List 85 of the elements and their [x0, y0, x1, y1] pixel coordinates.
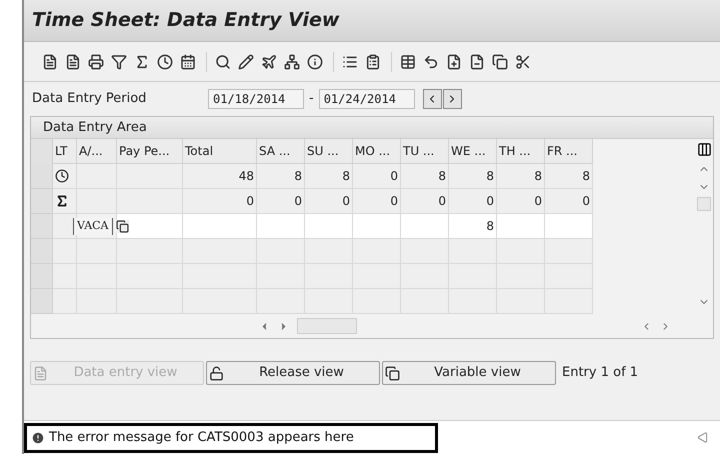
table-cell: [257, 239, 305, 264]
status-message: The error message for CATS0003 appears here: [24, 422, 438, 452]
window-title: Time Sheet: Data Entry View: [32, 8, 340, 34]
table-cell: 0: [257, 189, 305, 214]
absence-type-field[interactable]: VACA: [73, 218, 113, 234]
clock-icon[interactable]: [155, 52, 175, 72]
table-cell: 0: [497, 189, 545, 214]
info-icon[interactable]: [305, 52, 325, 72]
unlocked-icon: [209, 366, 224, 380]
period-label: Data Entry Period: [32, 90, 148, 108]
table-cell: 8: [305, 164, 353, 189]
column-header[interactable]: LT: [53, 139, 77, 164]
table-cell: 0: [545, 189, 593, 214]
expand-icon[interactable]: [697, 432, 708, 443]
table-cell[interactable]: [497, 214, 545, 239]
table-cell: 8: [545, 164, 593, 189]
column-header[interactable]: A/...: [77, 139, 117, 164]
sigma-icon: [55, 194, 69, 208]
hierarchy-icon[interactable]: [282, 52, 302, 72]
entry-count: Entry 1 of 1: [562, 364, 638, 382]
table-cell[interactable]: [353, 214, 401, 239]
table-cell[interactable]: [183, 214, 257, 239]
table-cell: [353, 239, 401, 264]
scrollbar-thumb[interactable]: [697, 197, 711, 211]
table-cell: [353, 289, 401, 314]
table-cell[interactable]: [257, 214, 305, 239]
table-cell: 48: [183, 164, 257, 189]
table-cell: 0: [449, 189, 497, 214]
document-icon: [33, 366, 48, 380]
table-cell: [305, 289, 353, 314]
table-cell: 0: [401, 189, 449, 214]
error-icon: [31, 430, 45, 444]
copy-icon[interactable]: [116, 220, 129, 233]
view-button[interactable]: Release view: [206, 361, 380, 385]
date-separator: -: [308, 90, 315, 108]
column-header[interactable]: FR ...: [545, 139, 593, 164]
scrollbar-thumb[interactable]: [297, 318, 357, 334]
table-cell: [449, 239, 497, 264]
table-cell: 8: [449, 164, 497, 189]
table-cell[interactable]: [401, 214, 449, 239]
table-cell: 0: [353, 164, 401, 189]
table-cell: 0: [183, 189, 257, 214]
column-header[interactable]: TH ...: [497, 139, 545, 164]
table-cell: [53, 239, 77, 264]
table-cell[interactable]: [117, 214, 183, 239]
table-cell: [305, 239, 353, 264]
panel-title: Data Entry Area: [43, 118, 147, 137]
table-cell[interactable]: [545, 214, 593, 239]
table-cell: [77, 289, 117, 314]
table-cell: [497, 289, 545, 314]
copy-icon: [385, 366, 400, 380]
table-cell: [449, 289, 497, 314]
table-cell: [257, 289, 305, 314]
next-period-button[interactable]: [442, 89, 462, 109]
table-cell: 0: [305, 189, 353, 214]
table-cell: 0: [353, 189, 401, 214]
column-header[interactable]: Total: [183, 139, 257, 164]
table-cell: [545, 264, 593, 289]
table-cell: 8: [497, 164, 545, 189]
column-header[interactable]: SU ...: [305, 139, 353, 164]
table-cell[interactable]: [305, 214, 353, 239]
end-date-field[interactable]: 01/24/2014: [318, 89, 415, 109]
table-cell: [53, 264, 77, 289]
column-settings-icon[interactable]: [696, 142, 712, 157]
table-cell: [401, 289, 449, 314]
printer-icon[interactable]: [86, 52, 106, 72]
column-header[interactable]: TU ...: [401, 139, 449, 164]
view-button[interactable]: Variable view: [382, 361, 556, 385]
table-cell[interactable]: 8: [449, 214, 497, 239]
table-cell: [545, 289, 593, 314]
pencil-icon[interactable]: [236, 52, 256, 72]
column-header[interactable]: MO ...: [353, 139, 401, 164]
previous-period-button[interactable]: [422, 89, 442, 109]
column-header[interactable]: Pay Pe...: [117, 139, 183, 164]
column-header[interactable]: WE ...: [449, 139, 497, 164]
column-header[interactable]: SA ...: [257, 139, 305, 164]
table-cell: 8: [401, 164, 449, 189]
table-cell: 8: [257, 164, 305, 189]
clock-icon: [55, 169, 69, 183]
start-date-field[interactable]: 01/18/2014: [208, 89, 304, 109]
table-cell: [545, 239, 593, 264]
table-cell: [401, 239, 449, 264]
copy-icon[interactable]: [490, 52, 510, 72]
table-cell: [497, 239, 545, 264]
table-cell: [53, 289, 77, 314]
